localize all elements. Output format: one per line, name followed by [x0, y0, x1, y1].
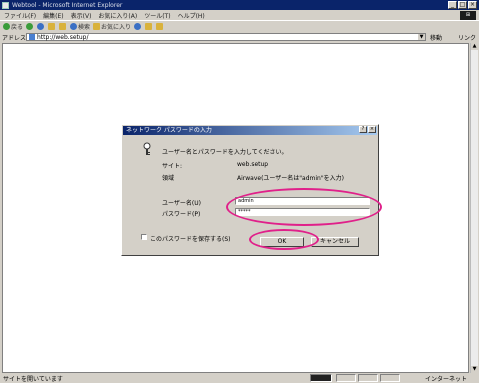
refresh-button[interactable] [48, 22, 56, 30]
menu-bar: ファイル(F) 編集(E) 表示(V) お気に入り(A) ツール(T) ヘルプ(… [0, 10, 479, 20]
page-icon [29, 34, 35, 40]
search-icon [70, 22, 78, 30]
menu-tools[interactable]: ツール(T) [144, 11, 170, 20]
key-icon [143, 142, 151, 155]
home-button[interactable] [59, 22, 67, 30]
forward-button[interactable] [26, 22, 34, 30]
stop-icon [37, 22, 45, 30]
status-bar: サイトを開いています インターネット [0, 373, 479, 383]
back-button[interactable]: 戻る [3, 22, 23, 31]
highlight-credentials [226, 188, 382, 226]
refresh-icon [48, 22, 56, 30]
home-icon [59, 22, 67, 30]
scroll-down-icon[interactable]: ▼ [471, 366, 478, 373]
print-button[interactable] [156, 22, 164, 30]
menu-edit[interactable]: 編集(E) [43, 11, 63, 20]
address-dropdown-icon[interactable]: ▼ [418, 34, 425, 40]
forward-arrow-icon [26, 22, 34, 30]
status-cell [358, 374, 378, 382]
status-cell [336, 374, 356, 382]
dialog-close-button[interactable]: × [368, 126, 376, 133]
address-url: http://web.setup/ [37, 33, 89, 41]
save-password-checkbox[interactable] [141, 234, 147, 240]
stop-button[interactable] [37, 22, 45, 30]
realm-value: Airwave(ユーザー名は"admin"を入力) [237, 175, 344, 182]
dialog-title: ネットワーク パスワードの入力 [123, 126, 377, 135]
windows-logo: ⊞ [460, 11, 476, 20]
vertical-scrollbar[interactable]: ▲ ▼ [470, 43, 478, 373]
menu-help[interactable]: ヘルプ(H) [178, 11, 205, 20]
ie-icon [2, 1, 9, 9]
scroll-up-icon[interactable]: ▲ [471, 43, 478, 50]
favorites-icon [93, 22, 101, 30]
progress-bar [310, 374, 332, 382]
minimize-button[interactable]: _ [448, 1, 457, 9]
menu-view[interactable]: 表示(V) [71, 11, 92, 20]
address-input[interactable]: http://web.setup/ ▼ [26, 33, 426, 41]
history-icon [134, 22, 142, 30]
history-button[interactable] [134, 22, 142, 30]
search-button[interactable]: 検索 [70, 22, 90, 31]
menu-favorites[interactable]: お気に入り(A) [98, 11, 137, 20]
security-zone: インターネット [425, 376, 468, 383]
status-text: サイトを開いています [3, 375, 63, 383]
password-label: パスワード(P) [162, 211, 201, 218]
title-bar: Webtool - Microsoft Internet Explorer _ … [0, 0, 479, 10]
address-bar: アドレス(D) http://web.setup/ ▼ [0, 32, 479, 42]
site-label: サイト: [162, 163, 183, 170]
favorites-button[interactable]: お気に入り [93, 22, 131, 31]
toolbar: 戻る 検索 お気に入り [0, 20, 479, 31]
links-button[interactable]: リンク [458, 33, 476, 42]
dialog-prompt: ユーザー名とパスワードを入力してください。 [162, 149, 288, 156]
back-arrow-icon [3, 22, 10, 30]
mail-icon [145, 22, 153, 30]
maximize-button[interactable]: □ [458, 1, 467, 9]
menu-file[interactable]: ファイル(F) [4, 11, 36, 20]
site-value: web.setup [237, 161, 269, 168]
realm-label: 領域 [162, 175, 175, 182]
highlight-ok [249, 229, 319, 250]
username-label: ユーザー名(U) [162, 200, 201, 207]
print-icon [156, 22, 164, 30]
close-button[interactable]: × [468, 1, 477, 9]
go-button[interactable]: 移動 [430, 33, 442, 42]
save-password-label: このパスワードを保存する(S) [150, 236, 231, 243]
mail-button[interactable] [145, 22, 153, 30]
help-button[interactable]: ? [359, 126, 367, 133]
window-title: Webtool - Microsoft Internet Explorer [12, 1, 123, 9]
status-cell [380, 374, 400, 382]
